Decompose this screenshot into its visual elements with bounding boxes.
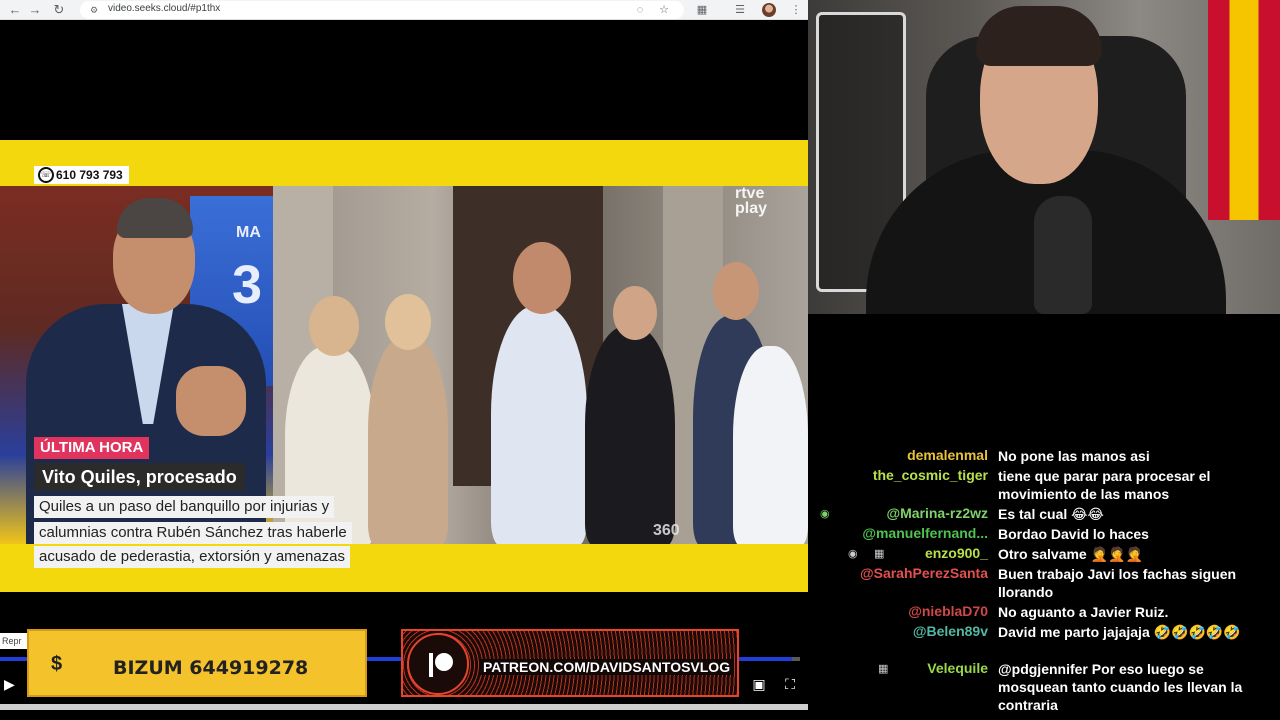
news-subtitle-line: Quiles a un paso del banquillo por injur… — [34, 496, 335, 518]
chat-username[interactable]: @SarahPerezSanta — [860, 565, 988, 581]
browser-window: ← → ↻ ⚙ video.seeks.cloud/#p1thx ◌ ☆ ▦ ☰… — [0, 0, 808, 720]
whatsapp-icon: ☏ — [38, 167, 54, 183]
browser-toolbar: ← → ↻ ⚙ video.seeks.cloud/#p1thx ◌ ☆ ▦ ☰… — [0, 0, 808, 20]
microphone — [1034, 196, 1092, 314]
chat-username[interactable]: enzo900_ — [925, 545, 988, 561]
back-icon[interactable]: ← — [6, 1, 24, 19]
person-woman-beige — [368, 336, 448, 544]
subscriber-badge-icon: ▦ — [874, 548, 885, 560]
presenter-hair — [117, 198, 193, 238]
person-head — [713, 262, 759, 320]
fullscreen-icon[interactable]: ⛶ — [781, 676, 799, 692]
presenter-hands — [176, 366, 246, 436]
channel-watermark: 360 — [653, 522, 680, 539]
news-headline: Vito Quiles, procesado — [34, 463, 245, 491]
webcam-feed — [808, 0, 1280, 314]
screen: ← → ↻ ⚙ video.seeks.cloud/#p1thx ◌ ☆ ▦ ☰… — [0, 0, 1280, 720]
media-control-icon[interactable]: ☰ — [732, 2, 748, 18]
eye-badge-icon: ◉ — [820, 508, 830, 520]
dollar-icon: $ — [51, 653, 63, 675]
news-subtitle-line: acusado de pederastia, extorsión y amena… — [34, 546, 351, 568]
patreon-text: PATREON.COM/DAVIDSANTOSVLOG — [479, 659, 735, 675]
chat-username[interactable]: demalenmal — [907, 447, 988, 463]
forward-icon[interactable]: → — [26, 1, 44, 19]
person-woman-black — [585, 326, 675, 544]
studio-screen-number: 3 — [232, 255, 263, 315]
play-tooltip: Repr — [0, 633, 30, 649]
profile-avatar[interactable] — [762, 3, 776, 17]
person-foreground — [733, 346, 808, 544]
chat-username[interactable]: the_cosmic_tiger — [873, 467, 988, 483]
chat-username[interactable]: @manuelfernand... — [862, 525, 988, 541]
translate-icon[interactable]: ◌ — [632, 2, 648, 18]
chat-username[interactable]: Velequile — [927, 660, 988, 676]
chat-username[interactable]: @nieblaD70 — [908, 603, 988, 619]
chat-text: Bordao David lo haces — [998, 526, 1149, 542]
chat-text: @pdgjennifer Por eso luego se mosquean t… — [998, 661, 1243, 713]
chat-text: David me parto jajajaja 🤣🤣🤣🤣🤣 — [998, 624, 1241, 640]
news-footage: rtve play 360 — [273, 186, 808, 544]
patreon-logo-badge — [407, 633, 469, 695]
person-man-shirt — [491, 306, 587, 544]
logo-top-text: rtve — [735, 186, 765, 202]
person-head — [613, 286, 657, 340]
address-bar[interactable]: ⚙ video.seeks.cloud/#p1thx — [80, 1, 684, 19]
play-icon[interactable]: ▶ — [4, 676, 20, 692]
spain-flag — [1208, 0, 1280, 220]
whatsapp-phone-badge: ☏ 610 793 793 — [34, 166, 129, 184]
reload-icon[interactable]: ↻ — [50, 1, 68, 19]
subscriber-badge-icon: ▦ — [878, 663, 889, 675]
chat-text: No pone las manos asi — [998, 448, 1150, 464]
video-frame[interactable]: MA 3 rtve play 360 ☏ 610 793 793 ÚLTIMA … — [0, 140, 808, 592]
breaking-news-tag: ÚLTIMA HORA — [34, 437, 150, 459]
live-chat: demalenmal No pone las manos asi the_cos… — [808, 314, 1280, 720]
studio-screen-label: MA — [236, 224, 261, 241]
menu-kebab-icon[interactable]: ⋮ — [788, 2, 804, 18]
url-text: video.seeks.cloud/#p1thx — [108, 3, 221, 14]
patreon-banner: PATREON.COM/DAVIDSANTOSVLOG — [401, 629, 739, 697]
patreon-icon — [429, 653, 453, 677]
chat-text: tiene que parar para procesar el movimie… — [998, 468, 1211, 502]
extensions-icon[interactable]: ▦ — [694, 2, 710, 18]
chat-username[interactable]: @Belen89v — [913, 623, 988, 639]
eye-badge-icon: ◉ — [848, 548, 858, 560]
person-head — [309, 296, 359, 356]
bookmark-star-icon[interactable]: ☆ — [656, 2, 672, 18]
streamer-hair — [976, 6, 1102, 66]
taskbar-strip — [0, 704, 808, 710]
chat-username[interactable]: @Marina-rz2wz — [886, 505, 988, 521]
logo-bottom-text: play — [735, 200, 768, 217]
news-subtitle-line: calumnias contra Rubén Sánchez tras habe… — [34, 522, 352, 544]
person-head — [513, 242, 571, 314]
rtve-play-logo: rtve play — [735, 186, 768, 217]
bizum-text: BIZUM 644919278 — [113, 657, 309, 679]
chat-text: Buen trabajo Javi los fachas siguen llor… — [998, 566, 1237, 600]
phone-number: 610 793 793 — [56, 168, 123, 182]
site-info-icon[interactable]: ⚙ — [88, 4, 100, 16]
person-head — [385, 294, 431, 350]
bizum-banner: $ BIZUM 644919278 — [27, 629, 367, 697]
miniplayer-icon[interactable]: ▣ — [750, 676, 768, 692]
chat-text: Es tal cual 😂😂 — [998, 506, 1104, 522]
chat-text: Otro salvame 🤦🤦🤦 — [998, 546, 1143, 562]
chat-text: No aguanto a Javier Ruiz. — [998, 604, 1169, 620]
